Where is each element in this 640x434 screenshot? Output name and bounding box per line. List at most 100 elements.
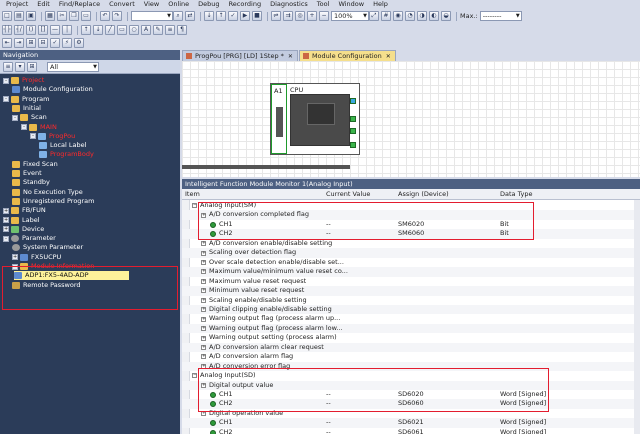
current-value[interactable]: -- — [326, 428, 331, 434]
expand-icon[interactable]: + — [201, 354, 206, 360]
monitor-row[interactable]: + Warning output flag (process alarm up..… — [182, 314, 640, 324]
expand-icon[interactable]: + — [201, 250, 206, 256]
close-contact-icon[interactable]: ┤/ — [14, 25, 24, 35]
tree-item-parameter[interactable]: - Parameter — [3, 234, 56, 243]
menu-view[interactable]: View — [144, 0, 159, 9]
align-left-icon[interactable]: ⇤ — [2, 37, 12, 48]
distribute-icon[interactable]: ⊟ — [38, 37, 48, 48]
module-configuration-canvas[interactable]: A1 CPU — [182, 61, 640, 177]
convert-icon[interactable]: ⇌ — [271, 11, 281, 21]
cut-icon[interactable]: ✂ — [57, 11, 67, 21]
function-icon[interactable]: [] — [38, 25, 48, 35]
menu-edit[interactable]: Edit — [37, 0, 50, 9]
max-scan-combo[interactable]: -------- ▼ — [479, 11, 522, 21]
zoom-combo[interactable]: 100% ▼ — [331, 11, 369, 21]
tree-item-standby[interactable]: Standby — [12, 178, 50, 187]
sampling-icon[interactable]: ◔ — [405, 11, 415, 21]
log-icon[interactable]: ◒ — [441, 11, 451, 21]
read-from-plc-icon[interactable]: ↓ — [204, 11, 214, 21]
tree-item-system-parameter[interactable]: System Parameter — [12, 243, 83, 252]
open-project-icon[interactable]: ▤ — [14, 11, 24, 21]
collapse-icon[interactable]: - — [21, 124, 27, 130]
undo-icon[interactable]: ↶ — [100, 11, 110, 21]
text-icon[interactable]: A — [141, 25, 151, 35]
falling-icon[interactable]: ↓ — [93, 25, 103, 35]
tree-item-initial[interactable]: Initial — [12, 104, 41, 113]
find-icon[interactable]: ⌕ — [173, 11, 183, 21]
column-header-data-type[interactable]: Data Type — [500, 189, 533, 200]
expand-icon[interactable]: + — [3, 226, 9, 233]
tree-item-no-execution-type[interactable]: No Execution Type — [12, 188, 83, 197]
new-project-icon[interactable]: □ — [2, 11, 12, 21]
close-icon[interactable]: ✕ — [288, 51, 293, 62]
tree-item-project[interactable]: - Project — [3, 76, 44, 85]
column-header-assign-device[interactable]: Assign (Device) — [398, 189, 449, 200]
monitor-stop-icon[interactable]: ■ — [252, 11, 262, 21]
tree-item-module-configuration[interactable]: Module Configuration — [12, 85, 93, 94]
expand-icon[interactable]: + — [201, 335, 206, 341]
expand-icon[interactable]: + — [3, 217, 9, 223]
settings-icon[interactable]: ⚙ — [74, 37, 84, 48]
tree-item-local-label[interactable]: Local Label — [39, 141, 86, 150]
monitor-row[interactable]: CH1 -- SD6021 Word [Signed] — [182, 418, 640, 428]
convert-all-icon[interactable]: ⇉ — [283, 11, 293, 21]
tree-item-progpou[interactable]: - ProgPou — [30, 132, 75, 141]
save-icon[interactable]: ▣ — [26, 11, 36, 21]
note-icon[interactable]: ¶ — [177, 25, 187, 35]
horizontal-line-icon[interactable]: — — [50, 25, 60, 35]
expand-icon[interactable]: + — [201, 288, 206, 294]
collapse-icon[interactable]: − — [192, 373, 197, 379]
menu-project[interactable]: Project — [6, 0, 28, 9]
menu-online[interactable]: Online — [168, 0, 189, 9]
collapse-icon[interactable]: - — [3, 77, 9, 84]
open-contact-icon[interactable]: ┤├ — [2, 25, 12, 35]
box-icon[interactable]: ▭ — [117, 25, 127, 35]
menu-debug[interactable]: Debug — [198, 0, 219, 9]
expand-icon[interactable]: + — [201, 326, 206, 332]
monitor-row[interactable]: + Warning output setting (process alarm) — [182, 333, 640, 343]
monitor-row[interactable]: + Digital clipping enable/disable setting — [182, 304, 640, 315]
close-icon[interactable]: ✕ — [386, 51, 391, 62]
menu-window[interactable]: Window — [338, 0, 364, 9]
tree-item-scan[interactable]: - Scan — [12, 113, 47, 122]
comment-icon[interactable]: ✎ — [153, 25, 163, 35]
menu-convert[interactable]: Convert — [109, 0, 135, 9]
arrange-icon[interactable]: ⊞ — [26, 37, 36, 48]
menu-find-replace[interactable]: Find/Replace — [59, 0, 100, 9]
current-value[interactable]: -- — [326, 418, 331, 428]
expand-icon[interactable]: + — [3, 207, 9, 214]
trace-icon[interactable]: ◐ — [429, 11, 439, 21]
tree-item-main[interactable]: - MAIN — [21, 123, 57, 132]
monitor-row[interactable]: CH2 -- SD6061 Word [Signed] — [182, 428, 640, 434]
print-icon[interactable]: ▦ — [45, 11, 55, 21]
menu-tool[interactable]: Tool — [317, 0, 330, 9]
paste-icon[interactable]: ▭ — [81, 11, 91, 21]
monitor-row[interactable]: + Minimum value reset request — [182, 286, 640, 296]
tab-module-configuration[interactable]: Module Configuration ✕ — [298, 50, 396, 62]
expand-icon[interactable]: + — [201, 307, 206, 313]
tree-filter-icon[interactable]: ▾ — [15, 61, 25, 72]
watch-icon[interactable]: ◑ — [417, 11, 427, 21]
monitor-row[interactable]: + Scaling over detection flag — [182, 248, 640, 258]
monitor-row[interactable]: + Maximum value/minimum value reset co... — [182, 267, 640, 277]
tree-options-icon[interactable]: ≡ — [3, 61, 13, 72]
verify-icon[interactable]: ✓ — [228, 11, 238, 21]
grid-icon[interactable]: # — [381, 11, 391, 21]
menu-diagnostics[interactable]: Diagnostics — [270, 0, 308, 9]
monitor-row[interactable]: + Maximum value reset request — [182, 277, 640, 287]
tree-item-programbody[interactable]: ProgramBody — [39, 150, 94, 159]
tree-item-unregistered-program[interactable]: Unregistered Program — [12, 197, 94, 206]
pulse-icon[interactable]: ↑ — [81, 25, 91, 35]
navigation-filter-select[interactable]: All ▼ — [47, 61, 99, 72]
monitor-row[interactable]: + Scaling enable/disable setting — [182, 296, 640, 306]
redo-icon[interactable]: ↷ — [112, 11, 122, 21]
tree-item-label[interactable]: + Label — [3, 216, 40, 225]
vertical-line-icon[interactable]: │ — [62, 25, 72, 35]
expand-icon[interactable]: + — [201, 297, 206, 303]
tree-item-fx5ucpu[interactable]: + FX5UCPU — [12, 253, 61, 262]
tree-item-program[interactable]: - Program — [3, 95, 49, 104]
menu-help[interactable]: Help — [373, 0, 388, 9]
coil-icon[interactable]: () — [26, 25, 36, 35]
canvas-horizontal-scrollbar[interactable] — [182, 165, 350, 169]
collapse-icon[interactable]: − — [192, 203, 197, 209]
